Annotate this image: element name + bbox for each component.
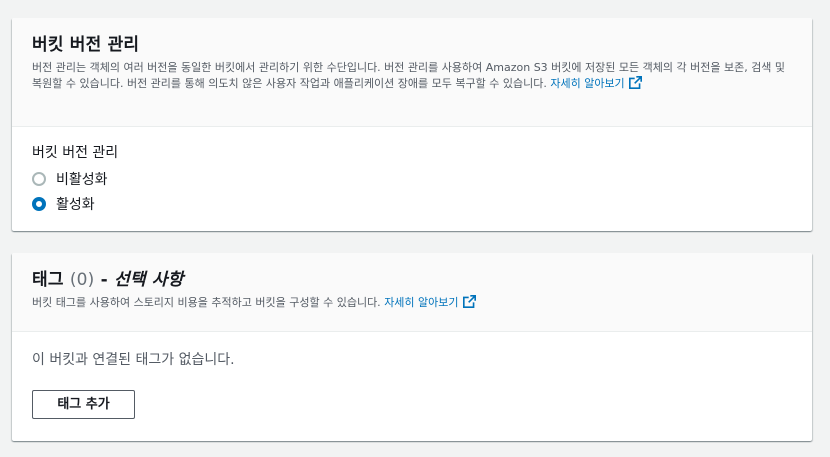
tags-panel: 태그 (0) - 선택 사항 버킷 태그를 사용하여 스토리지 비용을 추적하고… [12, 253, 812, 441]
tags-learn-more-label: 자세히 알아보기 [384, 296, 459, 309]
versioning-field-label: 버킷 버전 관리 [32, 145, 119, 161]
tags-body: 이 버킷과 연결된 태그가 없습니다. 태그 추가 [12, 332, 812, 435]
radio-option-enable[interactable]: 활성화 [32, 194, 792, 213]
versioning-learn-more-link[interactable]: 자세히 알아보기 [550, 76, 642, 90]
versioning-description-text: 버전 관리는 객체의 여러 버전을 동일한 버킷에서 관리하기 위한 수단입니다… [32, 61, 786, 90]
tags-learn-more-link[interactable]: 자세히 알아보기 [384, 295, 476, 309]
tags-optional: 선택 사항 [114, 270, 184, 290]
external-link-icon [462, 295, 476, 308]
versioning-body: 버킷 버전 관리 비활성화 활성화 [12, 127, 812, 229]
versioning-description: 버전 관리는 객체의 여러 버전을 동일한 버킷에서 관리하기 위한 수단입니다… [32, 60, 797, 92]
radio-disable-circle[interactable] [32, 171, 46, 186]
tags-title: 태그 (0) - 선택 사항 [32, 269, 792, 291]
tags-empty-message: 이 버킷과 연결된 태그가 없습니다. [32, 352, 235, 368]
tags-count: (0) [69, 270, 95, 290]
versioning-title: 버킷 버전 관리 [32, 35, 140, 55]
radio-disable-label: 비활성화 [56, 171, 108, 188]
tags-title-text: 태그 [32, 270, 64, 290]
radio-enable-label: 활성화 [56, 196, 95, 213]
versioning-learn-more-label: 자세히 알아보기 [550, 77, 625, 90]
tags-header: 태그 (0) - 선택 사항 버킷 태그를 사용하여 스토리지 비용을 추적하고… [12, 253, 812, 332]
versioning-header: 버킷 버전 관리 버전 관리는 객체의 여러 버전을 동일한 버킷에서 관리하기… [12, 18, 812, 127]
radio-enable-circle[interactable] [32, 196, 46, 211]
tags-description-text: 버킷 태그를 사용하여 스토리지 비용을 추적하고 버킷을 구성할 수 있습니다… [32, 296, 381, 309]
tags-description: 버킷 태그를 사용하여 스토리지 비용을 추적하고 버킷을 구성할 수 있습니다… [32, 295, 797, 311]
add-tag-button[interactable]: 태그 추가 [32, 390, 135, 419]
versioning-panel: 버킷 버전 관리 버전 관리는 객체의 여러 버전을 동일한 버킷에서 관리하기… [12, 18, 812, 231]
external-link-icon [628, 76, 642, 89]
tags-title-separator: - [94, 270, 114, 290]
radio-option-disable[interactable]: 비활성화 [32, 169, 792, 188]
